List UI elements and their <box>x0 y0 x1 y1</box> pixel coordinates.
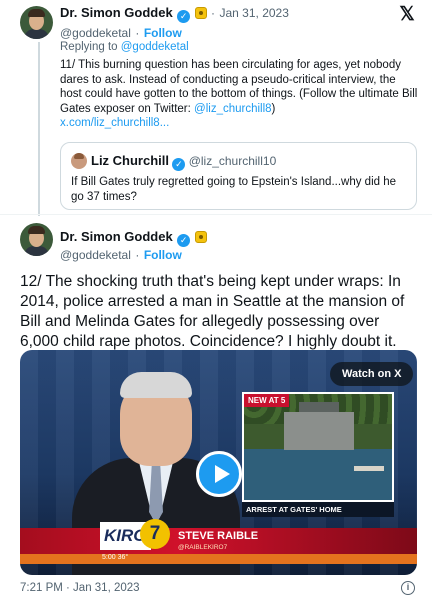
station-number: 7 <box>140 519 170 549</box>
tweet-timestamp[interactable]: 7:21 PM · Jan 31, 2023 <box>20 582 140 594</box>
quote-text: If Bill Gates truly regretted going to E… <box>71 176 397 203</box>
tweet-2: Dr. Simon Goddek ✓ @goddeketal · Follow … <box>0 215 432 600</box>
quote-author-name: Liz Churchill <box>91 153 169 168</box>
replying-mention[interactable]: @goddeketal <box>121 41 189 53</box>
separator: · <box>135 248 140 262</box>
video-player[interactable]: NEW AT 5 ARREST AT GATES' HOME Watch on … <box>20 350 417 575</box>
handle-row: @goddeketal · Follow <box>60 246 182 264</box>
play-icon[interactable] <box>196 451 242 497</box>
separator: · <box>211 6 216 20</box>
inset-aerial-image <box>242 392 394 502</box>
replying-prefix: Replying to <box>60 41 118 53</box>
tweet-header: Dr. Simon Goddek ✓ · Jan 31, 2023 <box>60 4 289 23</box>
gold-badge-icon <box>194 7 207 19</box>
quote-handle: @liz_churchill10 <box>188 154 277 168</box>
thread-line <box>38 42 40 216</box>
verified-badge-icon: ✓ <box>172 158 186 171</box>
author-name[interactable]: Dr. Simon Goddek <box>60 5 173 20</box>
author-handle[interactable]: @goddeketal <box>60 248 131 262</box>
quoted-tweet[interactable]: Liz Churchill ✓ @liz_churchill10 If Bill… <box>60 142 417 210</box>
replying-to: Replying to @goddeketal <box>60 41 189 53</box>
gold-badge-icon <box>194 231 207 243</box>
url-link[interactable]: x.com/liz_churchill8... <box>60 117 169 129</box>
handle-row: @goddeketal · Follow <box>60 24 182 42</box>
anchor-hair <box>120 372 192 398</box>
tweet-date[interactable]: Jan 31, 2023 <box>220 6 289 20</box>
tweet-text: 12/ The shocking truth that's being kept… <box>20 273 405 350</box>
tweet-body: 11/ This burning question has been circu… <box>60 58 420 131</box>
watch-on-x-button[interactable]: Watch on X <box>330 362 414 386</box>
inset-caption: ARREST AT GATES' HOME <box>242 502 394 517</box>
time-temp: 5:00 36° <box>102 554 128 561</box>
info-icon[interactable]: i <box>401 581 415 595</box>
tweet-1: Dr. Simon Goddek ✓ · Jan 31, 2023 𝕏 @god… <box>0 0 432 216</box>
author-name[interactable]: Dr. Simon Goddek <box>60 229 173 244</box>
author-handle[interactable]: @goddeketal <box>60 26 131 40</box>
tweet-header: Dr. Simon Goddek ✓ <box>60 228 207 247</box>
follow-button[interactable]: Follow <box>144 248 182 262</box>
quote-header: Liz Churchill ✓ @liz_churchill10 <box>91 153 276 171</box>
follow-button[interactable]: Follow <box>144 26 182 40</box>
mention-link[interactable]: @liz_churchill8 <box>194 103 272 115</box>
reporter-handle: @RAIBLEKIRO7 <box>178 544 228 551</box>
tweet-text-close: ) <box>271 102 276 115</box>
broadcast-temp: 36° <box>117 554 129 561</box>
broadcast-time: 5:00 <box>102 554 116 561</box>
avatar[interactable] <box>20 6 53 39</box>
avatar[interactable] <box>20 223 53 256</box>
reporter-name: STEVE RAIBLE <box>178 530 259 542</box>
quote-avatar <box>71 153 87 169</box>
separator: · <box>135 26 140 40</box>
x-logo-icon[interactable]: 𝕏 <box>398 5 416 24</box>
new-at-label: NEW AT 5 <box>244 394 290 407</box>
verified-badge-icon: ✓ <box>177 10 191 23</box>
